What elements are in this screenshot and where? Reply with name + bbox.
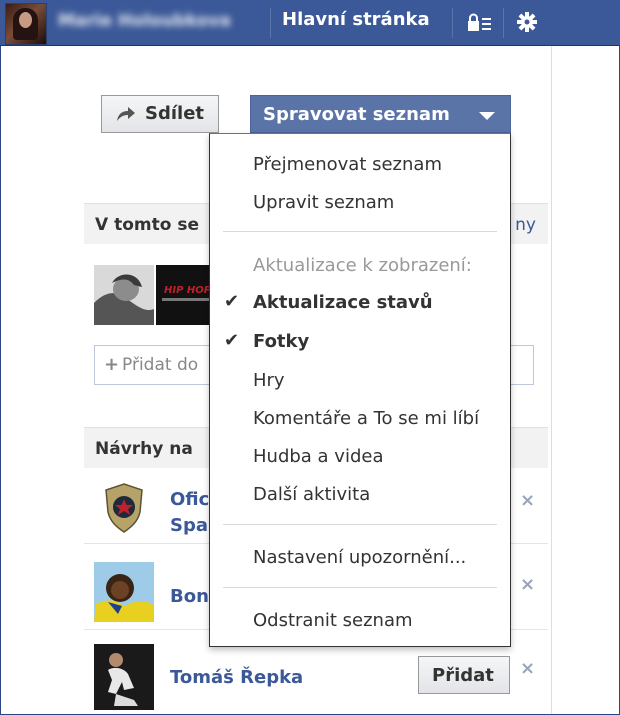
share-arrow-icon (117, 107, 135, 121)
checkmark-icon: ✔ (224, 330, 240, 351)
share-button[interactable]: Sdílet (101, 95, 219, 133)
top-bar: Marie Holoubkova Hlavní stránka (0, 0, 620, 46)
topbar-divider (503, 8, 504, 38)
menu-item-notification-settings[interactable]: Nastavení upozornění... (253, 547, 466, 568)
suggestion-row: Tomáš Řepka Přidat × (84, 640, 548, 715)
menu-divider (223, 524, 497, 525)
menu-divider (223, 231, 497, 232)
privacy-lock-icon[interactable] (467, 12, 493, 32)
menu-item-games[interactable]: Hry (253, 370, 285, 391)
dismiss-close-icon[interactable]: × (520, 574, 535, 595)
menu-item-rename-list[interactable]: Přejmenovat seznam (253, 154, 442, 175)
menu-divider (223, 587, 497, 588)
member-photo[interactable] (94, 265, 154, 325)
member-photo[interactable]: HIP HOP (156, 265, 216, 325)
share-button-label: Sdílet (145, 103, 205, 124)
add-suggestion-button[interactable]: Přidat (418, 656, 510, 694)
add-suggestion-label: Přidat (432, 665, 494, 686)
suggestion-name[interactable]: Bon (170, 584, 209, 610)
manage-list-button[interactable]: Spravovat seznam (250, 95, 511, 133)
menu-item-edit-list[interactable]: Upravit seznam (253, 192, 394, 213)
checkmark-icon: ✔ (224, 291, 240, 312)
right-column-border (551, 46, 552, 714)
suggestion-name[interactable]: Ofic (170, 487, 209, 513)
topbar-divider (270, 8, 271, 38)
suggestions-section-title: Návrhy na (95, 439, 193, 459)
home-link[interactable]: Hlavní stránka (282, 9, 430, 30)
user-name-link[interactable]: Marie Holoubkova (58, 11, 258, 31)
manage-list-dropdown-menu: Přejmenovat seznam Upravit seznam Aktual… (209, 133, 511, 647)
suggestion-photo[interactable] (94, 478, 154, 538)
menu-item-other-activity[interactable]: Další aktivita (253, 484, 370, 505)
plus-icon: + (104, 354, 120, 375)
menu-item-status-updates[interactable]: Aktualizace stavů (253, 292, 433, 313)
menu-item-music-video[interactable]: Hudba a videa (253, 446, 383, 467)
suggestion-name-line2[interactable]: Spa (170, 513, 208, 539)
suggestion-photo[interactable] (94, 644, 154, 710)
svg-text:HIP HOP: HIP HOP (164, 285, 212, 296)
menu-item-comments-likes[interactable]: Komentáře a To se mi líbí (253, 408, 479, 429)
menu-item-photos[interactable]: Fotky (253, 331, 309, 352)
user-avatar[interactable] (5, 3, 47, 45)
chevron-down-icon (479, 112, 495, 120)
members-see-all-link[interactable]: ny (515, 215, 536, 235)
dismiss-close-icon[interactable]: × (520, 490, 535, 511)
suggestion-name[interactable]: Tomáš Řepka (170, 665, 303, 691)
gear-icon[interactable] (516, 11, 538, 33)
add-to-list-placeholder: Přidat do (122, 355, 199, 375)
manage-list-label: Spravovat seznam (263, 104, 450, 125)
menu-item-delete-list[interactable]: Odstranit seznam (253, 610, 413, 631)
suggestion-photo[interactable] (94, 562, 154, 622)
dismiss-close-icon[interactable]: × (520, 658, 535, 679)
topbar-divider (452, 8, 453, 38)
menu-header-updates: Aktualizace k zobrazení: (253, 255, 472, 276)
members-section-title: V tomto se (95, 215, 199, 235)
